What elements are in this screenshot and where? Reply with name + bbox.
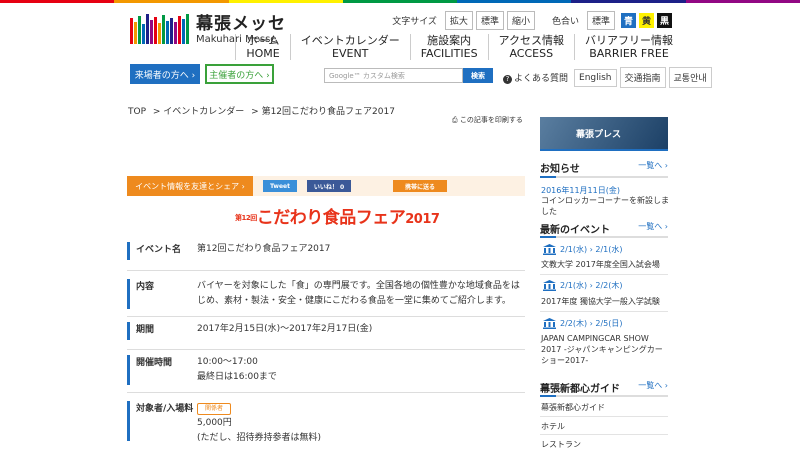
event-banner: 第12回こだわり食品フェア2017 [235, 208, 440, 228]
korean-link[interactable]: 교통안내 [668, 67, 712, 88]
detail-row-fee: 対象者/入場料 関係者 5,000円 (ただし、招待券持参者は無料) [127, 401, 525, 443]
event-item-2[interactable]: 2017年度 獨協大学一般入学試験 [541, 296, 669, 307]
event-date-2: 2/1(水) › 2/2(木) [543, 280, 623, 291]
makuhari-press-banner[interactable]: 幕張プレス [540, 117, 668, 149]
nav-home[interactable]: ホーム HOME [235, 34, 289, 60]
question-icon: ? [503, 75, 512, 84]
news-item[interactable]: コインロッカーコーナーを新設しました [541, 195, 669, 217]
news-more-link[interactable]: 一覧へ › [638, 160, 668, 171]
events-more-link[interactable]: 一覧へ › [638, 221, 668, 232]
color-black-button[interactable]: 黒 [657, 13, 672, 28]
logo-bars-icon [130, 14, 190, 44]
share-bar: イベント情報を友達とシェア › Tweet いいね！ 0 携帯に送る [127, 176, 525, 196]
breadcrumb-current: > 第12回こだわり食品フェア2017 [251, 107, 395, 117]
venue-icon [543, 280, 556, 291]
event-item-3[interactable]: JAPAN CAMPINGCAR SHOW 2017 -ジャパンキャンピングカー… [541, 333, 669, 366]
send-to-mobile-button[interactable]: 携帯に送る [393, 180, 447, 192]
facebook-like-button[interactable]: いいね！ 0 [307, 180, 351, 192]
events-heading: 最新のイベント 一覧へ › [540, 221, 668, 236]
event-date-1: 2/1(水) › 2/1(水) [543, 244, 623, 255]
detail-row-name: イベント名 第12回こだわり食品フェア2017 [127, 242, 525, 260]
nav-facilities[interactable]: 施設案内 FACILITIES [409, 34, 488, 60]
detail-row-period: 期間 2017年2月15日(水)〜2017年2月17日(金) [127, 322, 525, 340]
organizer-button[interactable]: 主催者の方へ › [205, 64, 274, 84]
logo-jp: 幕張メッセ [196, 14, 286, 34]
guide-item-1[interactable]: 幕張新都心ガイド [541, 402, 669, 413]
color-blue-button[interactable]: 青 [621, 13, 636, 28]
news-heading: お知らせ 一覧へ › [540, 160, 668, 175]
guide-item-2[interactable]: ホテル [541, 421, 669, 432]
color-label: 色合い [551, 17, 579, 27]
event-item-1[interactable]: 文教大学 2017年度全国入試会場 [541, 259, 669, 270]
guide-heading: 幕張新都心ガイド 一覧へ › [540, 380, 668, 395]
nav-barrier-free[interactable]: バリアフリー情報 BARRIER FREE [574, 34, 673, 60]
visitor-button[interactable]: 来場者の方へ › [130, 64, 200, 84]
share-tab[interactable]: イベント情報を友達とシェア › [127, 176, 253, 196]
text-size-small-button[interactable]: 縮小 [506, 11, 535, 30]
guide-item-3[interactable]: レストラン [541, 439, 669, 450]
text-size-large-button[interactable]: 拡大 [444, 11, 473, 30]
search-button[interactable]: 検索 [463, 68, 493, 83]
breadcrumb-top[interactable]: TOP [128, 107, 146, 117]
venue-icon [543, 244, 556, 255]
detail-row-hours: 開催時間 10:00〜17:00 最終日は16:00まで [127, 355, 525, 385]
rainbow-top-bar [0, 0, 800, 3]
event-date-3: 2/2(木) › 2/5(日) [543, 318, 623, 329]
tweet-button[interactable]: Tweet [263, 180, 297, 192]
nav-event[interactable]: イベントカレンダー EVENT [289, 34, 410, 60]
utility-bar: 文字サイズ 拡大 標準 縮小 色合い 標準 青 黄 黒 [392, 11, 672, 30]
sub-links: ? よくある質問 English 交通指南 교통안내 [500, 67, 715, 88]
color-yellow-button[interactable]: 黄 [639, 13, 654, 28]
search-input[interactable]: Google™ カスタム検索 [324, 68, 463, 83]
status-badge: 関係者 [197, 403, 232, 415]
english-link[interactable]: English [574, 68, 617, 87]
page: 幕張メッセ Makuhari Messe 文字サイズ 拡大 標準 縮小 色合い … [0, 0, 800, 450]
faq-link[interactable]: ? よくある質問 [500, 68, 572, 87]
text-size-standard-button[interactable]: 標準 [475, 11, 504, 30]
global-nav: ホーム HOME イベントカレンダー EVENT 施設案内 FACILITIES アク… [235, 34, 673, 60]
color-standard-button[interactable]: 標準 [586, 11, 615, 30]
print-link[interactable]: ⎙ この記事を印刷する [452, 115, 523, 125]
breadcrumb-calendar[interactable]: > イベントカレンダー [153, 107, 244, 117]
detail-row-content: 内容 バイヤーを対象にした「食」の専門展です。全国各地の個性豊かな地域食品をはじ… [127, 279, 525, 309]
guide-more-link[interactable]: 一覧へ › [638, 380, 668, 391]
breadcrumb: TOP > イベントカレンダー > 第12回こだわり食品フェア2017 [128, 104, 399, 117]
text-size-label: 文字サイズ [392, 17, 437, 27]
venue-icon [543, 318, 556, 329]
printer-icon: ⎙ [452, 116, 460, 124]
transport-link[interactable]: 交通指南 [619, 67, 666, 88]
nav-access[interactable]: アクセス情報 ACCESS [487, 34, 574, 60]
